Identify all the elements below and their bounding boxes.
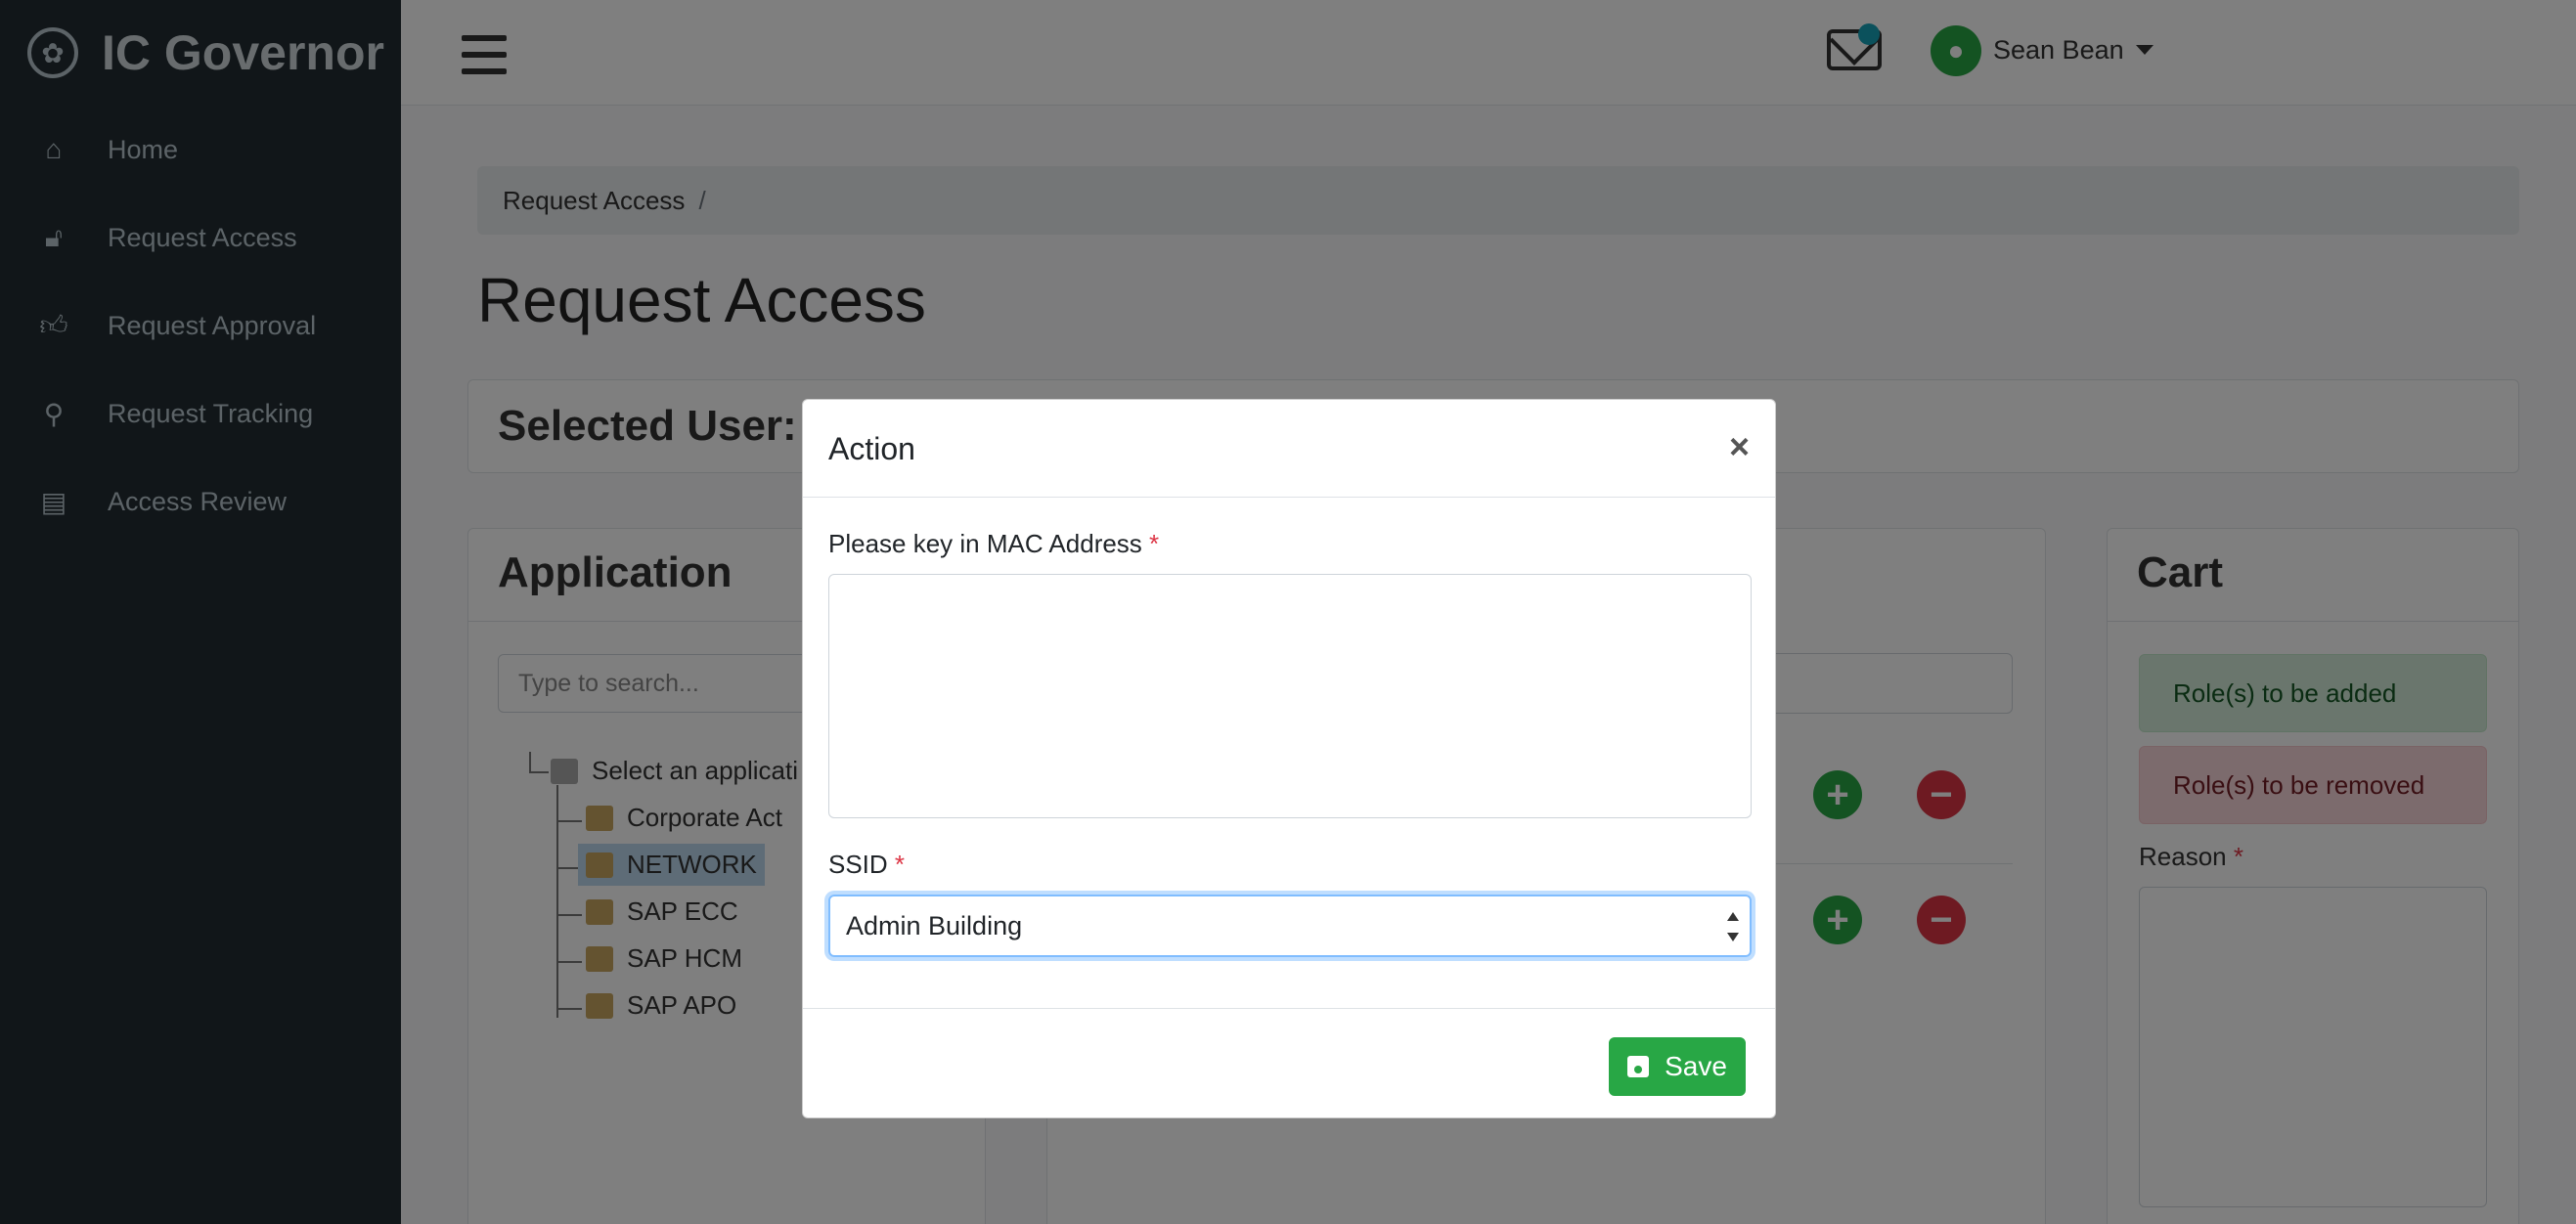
ssid-select[interactable]: Admin Building [828,895,1752,957]
save-button-label: Save [1665,1051,1727,1081]
mac-address-label: Please key in MAC Address * [828,529,1159,559]
required-mark: * [894,850,906,879]
ssid-selected-value: Admin Building [846,910,1023,940]
save-button[interactable]: Save [1609,1037,1746,1096]
action-modal: Action × Please key in MAC Address * SSI… [802,399,1776,1118]
modal-footer [803,1008,1775,1009]
required-mark: * [1149,529,1160,558]
mac-address-label-text: Please key in MAC Address [828,529,1142,558]
select-arrows-icon [1726,912,1740,941]
modal-header: Action × [803,400,1775,498]
close-icon[interactable]: × [1729,429,1750,464]
ssid-label: SSID * [828,850,905,880]
modal-title: Action [828,431,915,466]
ssid-label-text: SSID [828,850,888,879]
mac-address-textarea[interactable] [828,574,1752,818]
floppy-disk-icon [1627,1056,1650,1077]
